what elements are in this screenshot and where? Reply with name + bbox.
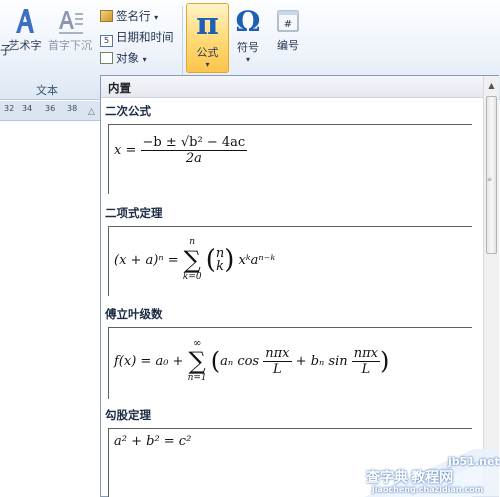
formula-item-fourier[interactable]: f(x) = a₀ + ∞ ∑ n=1 (aₙ cos nπx L + bₙ si… [108,327,472,399]
gallery-title: 内置 [101,76,483,98]
dropcap-button[interactable]: 首字下沉 [46,5,94,53]
signature-icon [100,10,113,22]
section-heading-fourier: 傅立叶级数 [105,307,163,321]
binomial-formula: (x + a)ⁿ = n ∑ k=0 ( n k ) xᵏaⁿ⁻ᵏ [114,237,276,282]
object-button[interactable]: 对象 ▾ [100,50,147,66]
svg-text:#: # [284,19,292,30]
horizontal-ruler[interactable]: 32 34 36 38 △ [0,101,105,121]
chevron-down-icon: ▾ [245,55,250,64]
object-icon [100,52,113,64]
formula-label: 公式 [196,46,219,59]
indent-marker-icon[interactable]: △ [88,107,95,117]
fourier-formula: f(x) = a₀ + ∞ ∑ n=1 (aₙ cos nπx L + bₙ si… [114,338,390,383]
wordart-button[interactable]: 艺术字 [6,5,44,53]
chevron-down-icon: ▾ [142,55,147,64]
symbol-button[interactable]: Ω 符号 ▾ [232,5,264,64]
chevron-down-icon: ▾ [154,13,159,22]
scrollbar-thumb[interactable] [486,96,497,254]
calendar-icon: 5 [100,35,113,47]
ruler-tick: 38 [67,104,78,113]
formula-gallery-dropdown: 内置 二次公式 x = −b ± √b² − 4ac 2a 二项式定理 (x +… [100,75,499,497]
ruler-tick: 36 [45,104,56,113]
section-heading-pythagorean: 勾股定理 [105,408,151,422]
section-heading-quadratic: 二次公式 [105,104,151,118]
wordart-icon [16,9,34,33]
quadratic-fraction: −b ± √b² − 4ac 2a [140,135,248,166]
signature-line-button[interactable]: 签名行 ▾ [100,8,158,24]
pi-icon: π [196,6,219,42]
formula-button[interactable]: π 公式 ▾ [186,3,229,73]
chevron-down-icon: ▾ [205,60,210,69]
grip-icon: ≡ [487,176,493,183]
watermark-site-name: 查字典 教程网 [366,470,454,486]
formula-item-binomial[interactable]: (x + a)ⁿ = n ∑ k=0 ( n k ) xᵏaⁿ⁻ᵏ [108,226,472,296]
pythagorean-formula: a² + b² = c² [114,434,192,449]
formula-item-quadratic[interactable]: x = −b ± √b² − 4ac 2a [108,124,472,194]
dropcap-icon [59,11,83,34]
ruler-tick: 32 [4,104,15,113]
gallery-scrollbar[interactable]: ▲ ≡ [483,76,499,496]
section-heading-binomial: 二项式定理 [105,206,163,220]
number-button[interactable]: # 编号 [272,5,304,53]
datetime-button[interactable]: 5 日期和时间 [100,29,174,47]
watermark-domain: jb51.net [448,455,500,468]
omega-icon: Ω [235,5,261,38]
watermark-url: jiaocheng.chazidian.com [372,485,484,494]
number-icon: # [277,10,299,32]
ruler-tick: 34 [22,104,33,113]
scroll-up-icon[interactable]: ▲ [484,78,499,93]
quadratic-formula: x = −b ± √b² − 4ac 2a [114,135,248,166]
watermark: 查字典 教程网 jb51.net jiaocheng.chazidian.com [364,449,500,497]
document-page[interactable] [0,122,101,497]
text-group-label: 文本 [36,84,58,97]
